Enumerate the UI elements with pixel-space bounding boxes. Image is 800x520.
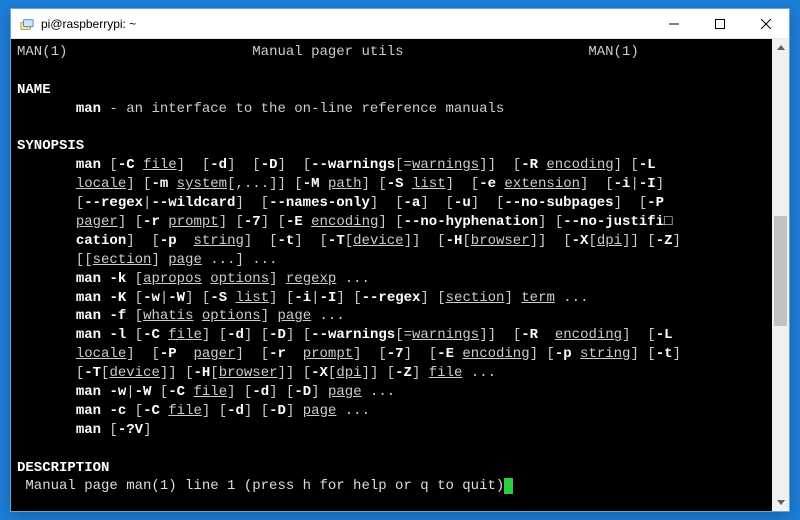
maximize-button[interactable] [697, 9, 743, 39]
scrollbar-track[interactable] [772, 56, 789, 494]
terminal-window: pi@raspberrypi: ~ MAN(1) Manual pager ut… [10, 8, 790, 512]
app-icon [19, 16, 35, 32]
section-synopsis-heading: SYNOPSIS [17, 138, 84, 154]
cmd-man: man [76, 101, 101, 117]
titlebar[interactable]: pi@raspberrypi: ~ [11, 9, 789, 39]
section-description-heading: DESCRIPTION [17, 460, 109, 476]
man-header-center: Manual pager utils [252, 44, 403, 60]
terminal-area: MAN(1) Manual pager utils MAN(1) NAME ma… [11, 39, 789, 511]
minimize-button[interactable] [651, 9, 697, 39]
name-desc: - an interface to the on-line reference … [101, 101, 504, 117]
less-status-line: Manual page man(1) line 1 (press h for h… [17, 478, 513, 494]
scrollbar[interactable] [772, 39, 789, 511]
window-controls [651, 9, 789, 38]
section-name-heading: NAME [17, 82, 51, 98]
scrollbar-thumb[interactable] [774, 216, 787, 326]
close-button[interactable] [743, 9, 789, 39]
cursor-icon [504, 478, 512, 494]
man-header-left: MAN(1) [17, 44, 67, 60]
terminal-output[interactable]: MAN(1) Manual pager utils MAN(1) NAME ma… [11, 39, 772, 511]
man-header-right: MAN(1) [588, 44, 638, 60]
window-title: pi@raspberrypi: ~ [41, 17, 651, 31]
scroll-down-button[interactable] [772, 494, 789, 511]
syn-cmd: man [76, 157, 101, 173]
scroll-up-button[interactable] [772, 39, 789, 56]
